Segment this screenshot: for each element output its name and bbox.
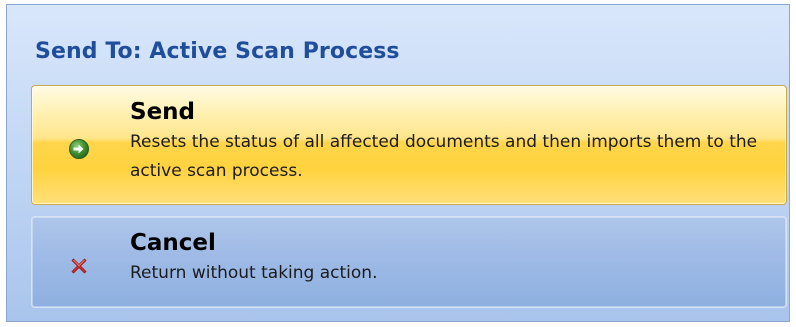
arrow-right-icon: [68, 138, 90, 160]
send-to-dialog: Send To: Active Scan Process Send Resets…: [6, 4, 790, 322]
cancel-description: Return without taking action.: [130, 263, 378, 283]
cancel-label: Cancel: [130, 230, 216, 256]
close-icon: [68, 255, 90, 277]
dialog-title: Send To: Active Scan Process: [35, 39, 400, 64]
cancel-button[interactable]: Cancel Return without taking action.: [31, 216, 787, 308]
send-label: Send: [130, 99, 196, 125]
send-description: Resets the status of all affected docume…: [130, 132, 758, 181]
send-button[interactable]: Send Resets the status of all affected d…: [31, 85, 787, 205]
